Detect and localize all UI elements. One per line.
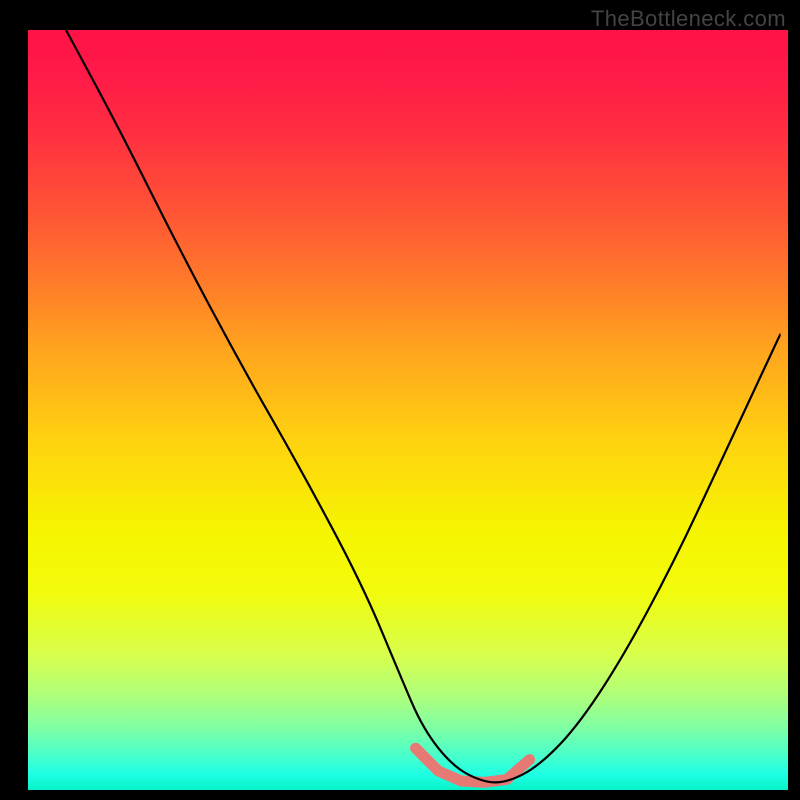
curve-layer [28, 30, 788, 790]
watermark-label: TheBottleneck.com [591, 6, 786, 32]
chart-stage: TheBottleneck.com [0, 0, 800, 800]
plot-area [28, 30, 788, 790]
bottleneck-curve [66, 30, 780, 782]
